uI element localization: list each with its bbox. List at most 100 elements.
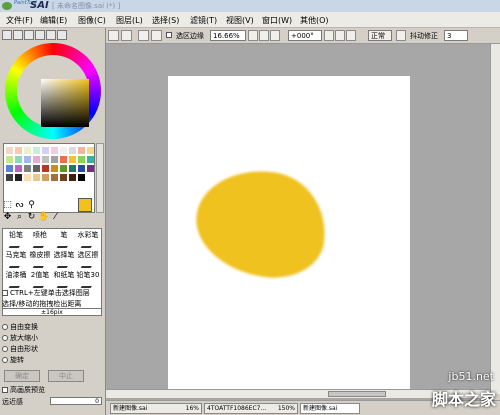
- color-swatch[interactable]: [69, 165, 76, 172]
- brush-brush[interactable]: 笔: [52, 230, 76, 248]
- brush-washi[interactable]: 和纸笔: [52, 270, 76, 288]
- menu-view[interactable]: 视图(V): [226, 15, 254, 26]
- drag-distance-slider[interactable]: ±16pix: [2, 308, 102, 316]
- rgb-slider-tab-icon[interactable]: [13, 30, 23, 40]
- brush-select-pen[interactable]: 选择笔: [52, 250, 76, 268]
- rect-select-icon[interactable]: ⬚: [2, 200, 13, 211]
- menu-other[interactable]: 其他(O): [300, 15, 329, 26]
- color-swatch[interactable]: [15, 174, 22, 181]
- saturation-value-square[interactable]: [41, 79, 89, 127]
- brush-bucket[interactable]: 油漆桶: [4, 270, 28, 288]
- color-swatch[interactable]: [6, 174, 13, 181]
- swatches-scrollbar[interactable]: [96, 143, 104, 213]
- color-swatch[interactable]: [78, 165, 85, 172]
- color-swatch[interactable]: [78, 174, 85, 181]
- color-swatch[interactable]: [42, 147, 49, 154]
- color-swatch[interactable]: [42, 165, 49, 172]
- color-swatch[interactable]: [42, 174, 49, 181]
- menu-file[interactable]: 文件(F): [6, 15, 33, 26]
- menu-layer[interactable]: 图层(L): [116, 15, 143, 26]
- color-swatch[interactable]: [87, 156, 94, 163]
- mixer-tab-icon[interactable]: [35, 30, 45, 40]
- color-swatch[interactable]: [78, 147, 85, 154]
- current-color-swatch[interactable]: [78, 198, 92, 212]
- color-swatch[interactable]: [78, 156, 85, 163]
- color-swatch[interactable]: [6, 165, 13, 172]
- free-shape-option[interactable]: 自由形状: [2, 344, 38, 354]
- color-swatch[interactable]: [33, 174, 40, 181]
- undo-icon[interactable]: [108, 30, 119, 41]
- zoom-out-icon[interactable]: [248, 30, 258, 41]
- color-swatch[interactable]: [51, 165, 58, 172]
- color-swatch[interactable]: [60, 156, 67, 163]
- radio[interactable]: [2, 335, 8, 341]
- rotate-option[interactable]: 旋转: [2, 355, 24, 365]
- brush-pencil[interactable]: 铅笔: [4, 230, 28, 248]
- brush-marker[interactable]: 马克笔: [4, 250, 28, 268]
- hue-ring[interactable]: [5, 43, 101, 139]
- ok-button[interactable]: 确定: [4, 370, 40, 382]
- rotate-tool-icon[interactable]: ↻: [26, 212, 37, 223]
- drawing-canvas[interactable]: [168, 76, 410, 392]
- color-swatch[interactable]: [33, 147, 40, 154]
- rotate-reset-icon[interactable]: [346, 30, 356, 41]
- color-swatch[interactable]: [69, 147, 76, 154]
- color-swatch[interactable]: [51, 174, 58, 181]
- color-swatch[interactable]: [42, 156, 49, 163]
- color-swatch[interactable]: [6, 156, 13, 163]
- vertical-scrollbar[interactable]: [490, 44, 500, 394]
- color-swatch[interactable]: [87, 174, 94, 181]
- zoom-tool-icon[interactable]: ⌕: [14, 212, 25, 223]
- color-swatch[interactable]: [60, 165, 67, 172]
- menu-edit[interactable]: 编辑(E): [40, 15, 67, 26]
- menu-window[interactable]: 窗口(W): [262, 15, 292, 26]
- radio[interactable]: [2, 357, 8, 363]
- ctrl-click-option[interactable]: CTRL+左键单击选择图层: [2, 288, 90, 298]
- blend-mode-button[interactable]: 正常: [368, 30, 392, 41]
- redo-icon[interactable]: [121, 30, 132, 41]
- horizontal-scroll-thumb[interactable]: [328, 391, 386, 397]
- color-swatch[interactable]: [15, 165, 22, 172]
- color-swatch[interactable]: [69, 174, 76, 181]
- brush-pencil30[interactable]: 铅笔30: [76, 270, 100, 288]
- color-swatch[interactable]: [33, 156, 40, 163]
- hsv-slider-tab-icon[interactable]: [24, 30, 34, 40]
- radio[interactable]: [2, 346, 8, 352]
- color-swatch[interactable]: [69, 156, 76, 163]
- brush-select-eraser[interactable]: 选区擦: [76, 250, 100, 268]
- color-swatch[interactable]: [87, 165, 94, 172]
- color-swatch[interactable]: [24, 147, 31, 154]
- move-icon[interactable]: ✥: [2, 212, 13, 223]
- hq-preview-checkbox[interactable]: [2, 387, 8, 393]
- scratchpad-tab-icon[interactable]: [57, 30, 67, 40]
- color-swatch[interactable]: [60, 147, 67, 154]
- color-swatch[interactable]: [6, 147, 13, 154]
- hq-preview-option[interactable]: 高画质预览: [2, 385, 45, 395]
- doc-tab-1[interactable]: 新建图像.sai 16%: [110, 403, 202, 414]
- rotate-right-icon[interactable]: [335, 30, 345, 41]
- free-transform-option[interactable]: 自由变换: [2, 322, 38, 332]
- color-swatch[interactable]: [51, 156, 58, 163]
- color-swatch[interactable]: [33, 165, 40, 172]
- cancel-button[interactable]: 中止: [48, 370, 84, 382]
- color-swatch[interactable]: [15, 147, 22, 154]
- brush-binary-pen[interactable]: 2值笔: [28, 270, 52, 288]
- brush-eraser[interactable]: 橡皮擦: [28, 250, 52, 268]
- color-swatch[interactable]: [24, 165, 31, 172]
- invert-selection-icon[interactable]: [151, 30, 162, 41]
- zoom-in-icon[interactable]: [259, 30, 269, 41]
- color-swatch[interactable]: [87, 147, 94, 154]
- hand-tool-icon[interactable]: ✋: [38, 212, 49, 223]
- color-swatch[interactable]: [51, 147, 58, 154]
- rotation-field[interactable]: +000°: [288, 30, 322, 41]
- flip-icon[interactable]: [396, 30, 406, 41]
- menu-filter[interactable]: 滤镜(T): [190, 15, 217, 26]
- rotate-left-icon[interactable]: [324, 30, 334, 41]
- menu-image[interactable]: 图像(C): [78, 15, 106, 26]
- menu-select[interactable]: 选择(S): [152, 15, 179, 26]
- magic-wand-icon[interactable]: ⚲: [26, 200, 37, 211]
- doc-tab-3[interactable]: 新建图像.sai: [300, 403, 360, 414]
- deselect-icon[interactable]: [138, 30, 149, 41]
- radio[interactable]: [2, 324, 8, 330]
- brush-airbrush[interactable]: 喷枪: [28, 230, 52, 248]
